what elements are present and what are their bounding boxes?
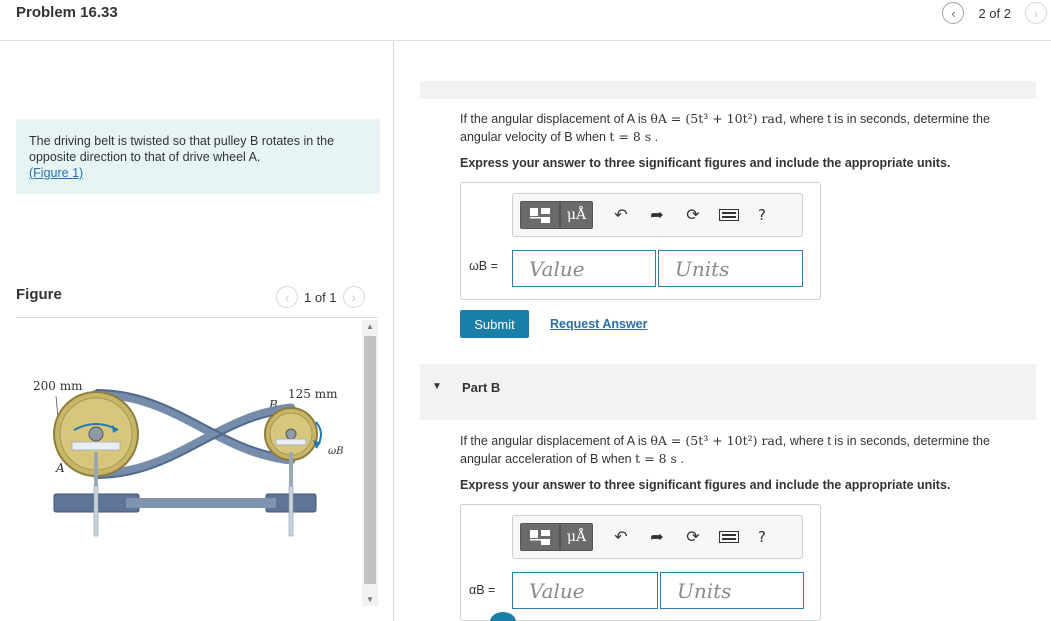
next-problem-button[interactable]: › — [1025, 2, 1047, 24]
figure-divider — [16, 317, 378, 318]
part-b-math: θA = (5t³ + 10t²) rad — [650, 433, 783, 448]
part-a-answer-label: ωB = — [469, 259, 498, 273]
chevron-right-icon: › — [1033, 5, 1039, 21]
part-b-title[interactable]: Part B — [462, 380, 500, 395]
intro-text: The driving belt is twisted so that pull… — [29, 134, 335, 164]
part-b-answer-box: μÅ ↶ ➦ ⟳ ? αB = Value Units — [460, 504, 821, 621]
help-button[interactable]: ? — [747, 201, 777, 229]
reset-icon: ⟳ — [686, 529, 700, 546]
part-a-toolbar: μÅ ↶ ➦ ⟳ ? — [512, 193, 803, 237]
next-figure-button[interactable]: › — [342, 286, 365, 308]
units-icon: μÅ — [566, 207, 587, 223]
templates-icon — [530, 208, 550, 223]
undo-icon: ↶ — [614, 207, 628, 224]
chevron-left-icon: ‹ — [951, 5, 956, 21]
part-b-value-input[interactable]: Value — [512, 572, 658, 609]
part-b-toolbar: μÅ ↶ ➦ ⟳ ? — [512, 515, 803, 559]
keyboard-icon — [719, 531, 739, 543]
part-b-units-input[interactable]: Units — [660, 572, 804, 609]
part-b-question: If the angular displacement of A is θA =… — [460, 433, 990, 466]
problem-intro: The driving belt is twisted so that pull… — [16, 119, 380, 194]
help-button[interactable]: ? — [747, 523, 777, 551]
part-a-question-pre: If the angular displacement of A is — [460, 112, 647, 126]
redo-button[interactable]: ➦ — [639, 201, 675, 229]
keyboard-button[interactable] — [711, 523, 747, 551]
pulley-figure: 200 mm 125 mm B A ωA ωB — [16, 322, 360, 612]
chevron-left-icon: ‹ — [284, 289, 290, 305]
part-b-instruction: Express your answer to three significant… — [460, 478, 951, 492]
part-a-header — [420, 81, 1036, 99]
undo-button[interactable]: ↶ — [603, 201, 639, 229]
column-divider — [393, 41, 394, 621]
units-button[interactable]: μÅ — [560, 201, 593, 229]
part-a-answer-box: μÅ ↶ ➦ ⟳ ? ωB = Value Units — [460, 182, 821, 300]
reset-button[interactable]: ⟳ — [675, 201, 711, 229]
pulley-diagram: 200 mm 125 mm B A ωA ωB — [33, 379, 344, 537]
part-a-math: θA = (5t³ + 10t²) rad — [650, 111, 783, 126]
undo-icon: ↶ — [614, 529, 628, 546]
part-a-time: t = 8 s — [609, 129, 652, 144]
undo-button[interactable]: ↶ — [603, 523, 639, 551]
label-125mm: 125 mm — [288, 387, 338, 401]
keyboard-button[interactable] — [711, 201, 747, 229]
redo-icon: ➦ — [650, 529, 664, 546]
redo-button[interactable]: ➦ — [639, 523, 675, 551]
scroll-down-icon[interactable]: ▼ — [362, 595, 378, 604]
help-icon: ? — [758, 528, 766, 546]
figure-pager-text: 1 of 1 — [304, 289, 337, 305]
reset-button[interactable]: ⟳ — [675, 523, 711, 551]
part-b-time: t = 8 s — [635, 451, 677, 466]
collapse-arrow-icon[interactable]: ▼ — [432, 381, 442, 392]
part-b-question-pre: If the angular displacement of A is — [460, 434, 647, 448]
reset-icon: ⟳ — [686, 207, 700, 224]
request-answer-link[interactable]: Request Answer — [550, 317, 647, 331]
templates-button[interactable] — [520, 523, 560, 551]
keyboard-icon — [719, 209, 739, 221]
header-divider — [0, 40, 1051, 41]
templates-button[interactable] — [520, 201, 560, 229]
part-a-instruction: Express your answer to three significant… — [460, 156, 951, 170]
part-b-header[interactable] — [420, 364, 1036, 420]
help-icon: ? — [758, 206, 766, 224]
part-b-answer-label: αB = — [469, 583, 496, 597]
figure-title: Figure — [16, 286, 62, 303]
problem-pager: ‹ 2 of 2 › — [942, 2, 1047, 24]
figure-link[interactable]: (Figure 1) — [29, 166, 83, 180]
previous-problem-button[interactable]: ‹ — [942, 2, 965, 24]
label-a: A — [55, 461, 65, 475]
figure-scrollbar[interactable]: ▲ ▼ — [362, 320, 378, 606]
part-a-value-input[interactable]: Value — [512, 250, 656, 287]
problem-title: Problem 16.33 — [16, 4, 118, 21]
problem-pager-text: 2 of 2 — [978, 5, 1011, 21]
previous-figure-button[interactable]: ‹ — [276, 286, 298, 308]
scroll-thumb[interactable] — [364, 336, 376, 584]
scroll-up-icon[interactable]: ▲ — [362, 322, 378, 331]
figure-pager: ‹ 1 of 1 › — [276, 286, 365, 308]
chevron-right-icon: › — [351, 289, 356, 305]
label-omega-b: ωB — [328, 446, 344, 457]
part-a-units-input[interactable]: Units — [658, 250, 803, 287]
redo-icon: ➦ — [650, 207, 664, 224]
templates-icon — [530, 530, 550, 545]
units-button[interactable]: μÅ — [560, 523, 593, 551]
submit-button[interactable]: Submit — [460, 310, 529, 338]
units-icon: μÅ — [566, 529, 587, 545]
part-a-question: If the angular displacement of A is θA =… — [460, 111, 990, 144]
label-200mm: 200 mm — [33, 379, 83, 393]
